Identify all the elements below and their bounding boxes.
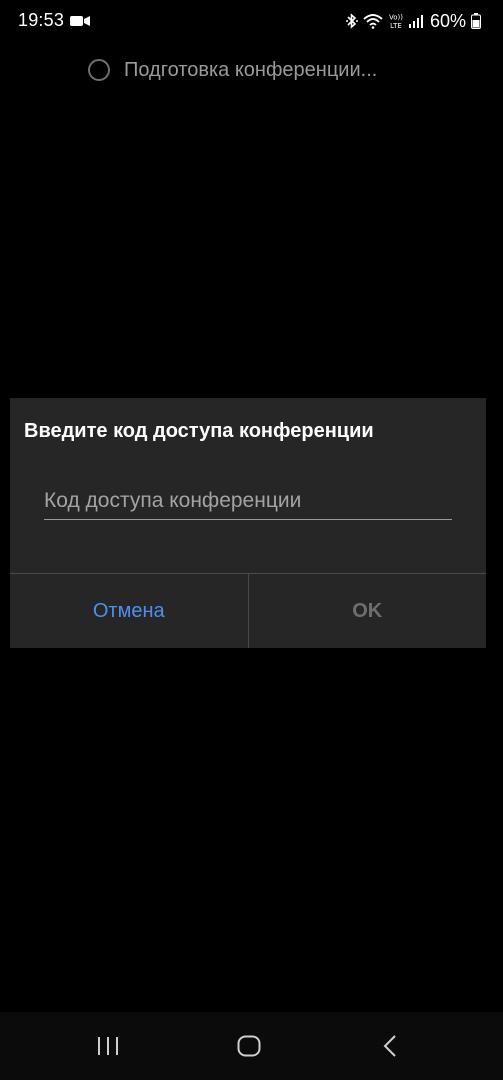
bluetooth-icon (345, 13, 358, 29)
dialog-buttons: Отмена OK (10, 573, 486, 648)
recents-button[interactable] (68, 1012, 148, 1080)
ok-button[interactable]: OK (249, 574, 487, 648)
video-camera-icon (70, 16, 90, 26)
dialog-title: Введите код доступа конференции (24, 420, 374, 442)
passcode-input[interactable] (44, 482, 452, 520)
status-icons: Vo)) LTE 60% (345, 10, 481, 32)
loading-text: Подготовка конференции... (124, 58, 378, 81)
back-icon (383, 1035, 396, 1057)
wifi-icon (363, 14, 383, 29)
navigation-bar (0, 1012, 503, 1080)
spinner-icon (88, 59, 110, 81)
home-button[interactable] (209, 1012, 289, 1080)
loading-row: Подготовка конференции... (88, 56, 377, 84)
passcode-dialog: Введите код доступа конференции Отмена O… (10, 398, 486, 648)
recents-icon (98, 1037, 118, 1055)
volte-icon: Vo)) LTE (389, 14, 403, 31)
status-time: 19:53 (18, 10, 65, 30)
status-bar: 19:53 Vo)) LTE 60% (0, 0, 503, 44)
signal-icon (408, 15, 423, 28)
back-button[interactable] (350, 1012, 430, 1080)
battery-percent: 60% (429, 10, 466, 31)
cancel-button[interactable]: Отмена (10, 574, 248, 648)
svg-text:Vo)): Vo)) (389, 14, 403, 22)
home-icon (237, 1035, 261, 1057)
battery-icon (471, 13, 481, 29)
svg-text:LTE: LTE (390, 22, 402, 30)
